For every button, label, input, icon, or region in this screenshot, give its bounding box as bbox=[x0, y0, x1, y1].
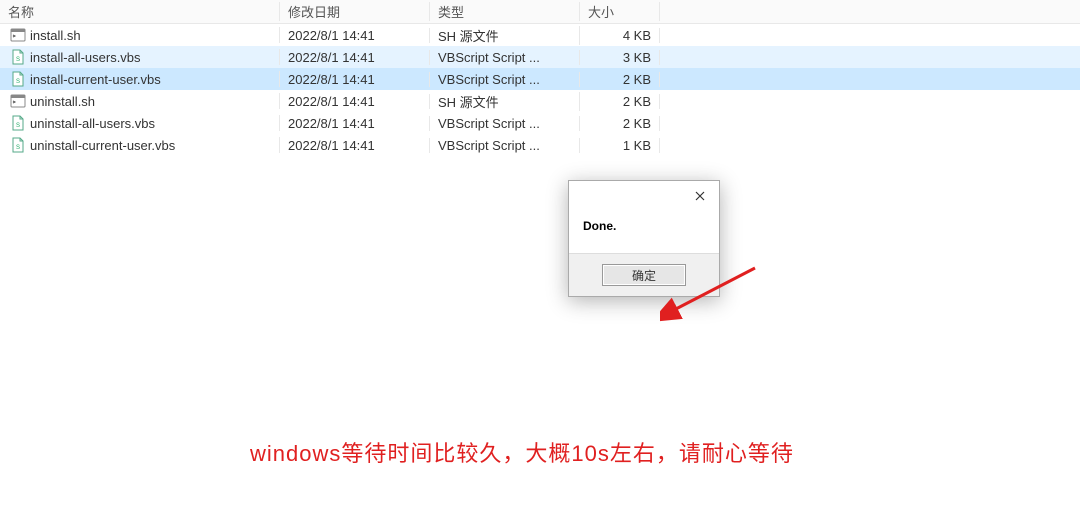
file-type: SH 源文件 bbox=[430, 92, 580, 111]
file-row[interactable]: install.sh 2022/8/1 14:41SH 源文件4 KB bbox=[0, 24, 1080, 46]
file-size: 2 KB bbox=[580, 72, 660, 87]
column-header-name[interactable]: 名称 bbox=[0, 2, 280, 21]
file-date: 2022/8/1 14:41 bbox=[280, 72, 430, 87]
vbs-file-icon: S bbox=[10, 115, 26, 131]
file-size: 2 KB bbox=[580, 116, 660, 131]
vbs-file-icon: S bbox=[10, 49, 26, 65]
file-type: VBScript Script ... bbox=[430, 138, 580, 153]
dialog-titlebar bbox=[569, 181, 719, 211]
ok-button[interactable]: 确定 bbox=[602, 264, 686, 286]
file-type: VBScript Script ... bbox=[430, 72, 580, 87]
file-type: SH 源文件 bbox=[430, 26, 580, 45]
file-name: install.sh bbox=[30, 28, 81, 43]
close-icon[interactable] bbox=[687, 183, 713, 209]
file-row[interactable]: uninstall.sh 2022/8/1 14:41SH 源文件2 KB bbox=[0, 90, 1080, 112]
dialog-footer: 确定 bbox=[569, 253, 719, 296]
file-row[interactable]: Sinstall-current-user.vbs 2022/8/1 14:41V… bbox=[0, 68, 1080, 90]
file-name: install-current-user.vbs bbox=[30, 72, 161, 87]
column-header-size[interactable]: 大小 bbox=[580, 2, 660, 21]
annotation-caption: windows等待时间比较久，大概10s左右，请耐心等待 bbox=[250, 436, 794, 468]
svg-text:S: S bbox=[16, 145, 20, 151]
svg-text:S: S bbox=[16, 57, 20, 63]
column-header-row: 名称 修改日期 类型 大小 bbox=[0, 0, 1080, 24]
file-row[interactable]: Suninstall-all-users.vbs 2022/8/1 14:41VB… bbox=[0, 112, 1080, 134]
sh-file-icon bbox=[10, 93, 26, 109]
file-size: 4 KB bbox=[580, 28, 660, 43]
vbs-file-icon: S bbox=[10, 137, 26, 153]
file-size: 3 KB bbox=[580, 50, 660, 65]
file-rows-container: install.sh2022/8/1 14:41SH 源文件4 KBSinsta… bbox=[0, 24, 1080, 156]
file-explorer-list: 名称 修改日期 类型 大小 install.sh2022/8/1 14:41SH… bbox=[0, 0, 1080, 156]
file-name: uninstall-current-user.vbs bbox=[30, 138, 175, 153]
file-size: 2 KB bbox=[580, 94, 660, 109]
file-date: 2022/8/1 14:41 bbox=[280, 94, 430, 109]
column-header-date[interactable]: 修改日期 bbox=[280, 2, 430, 21]
file-name: uninstall.sh bbox=[30, 94, 95, 109]
svg-text:S: S bbox=[16, 79, 20, 85]
file-date: 2022/8/1 14:41 bbox=[280, 116, 430, 131]
file-name: install-all-users.vbs bbox=[30, 50, 141, 65]
svg-text:S: S bbox=[16, 123, 20, 129]
file-row[interactable]: Suninstall-current-user.vbs 2022/8/1 14:4… bbox=[0, 134, 1080, 156]
file-date: 2022/8/1 14:41 bbox=[280, 50, 430, 65]
file-type: VBScript Script ... bbox=[430, 116, 580, 131]
file-date: 2022/8/1 14:41 bbox=[280, 138, 430, 153]
file-date: 2022/8/1 14:41 bbox=[280, 28, 430, 43]
file-name: uninstall-all-users.vbs bbox=[30, 116, 155, 131]
vbs-file-icon: S bbox=[10, 71, 26, 87]
file-type: VBScript Script ... bbox=[430, 50, 580, 65]
file-row[interactable]: Sinstall-all-users.vbs 2022/8/1 14:41VBSc… bbox=[0, 46, 1080, 68]
file-size: 1 KB bbox=[580, 138, 660, 153]
dialog-message: Done. bbox=[569, 211, 719, 253]
done-dialog: Done. 确定 bbox=[568, 180, 720, 297]
sh-file-icon bbox=[10, 27, 26, 43]
column-header-type[interactable]: 类型 bbox=[430, 2, 580, 21]
